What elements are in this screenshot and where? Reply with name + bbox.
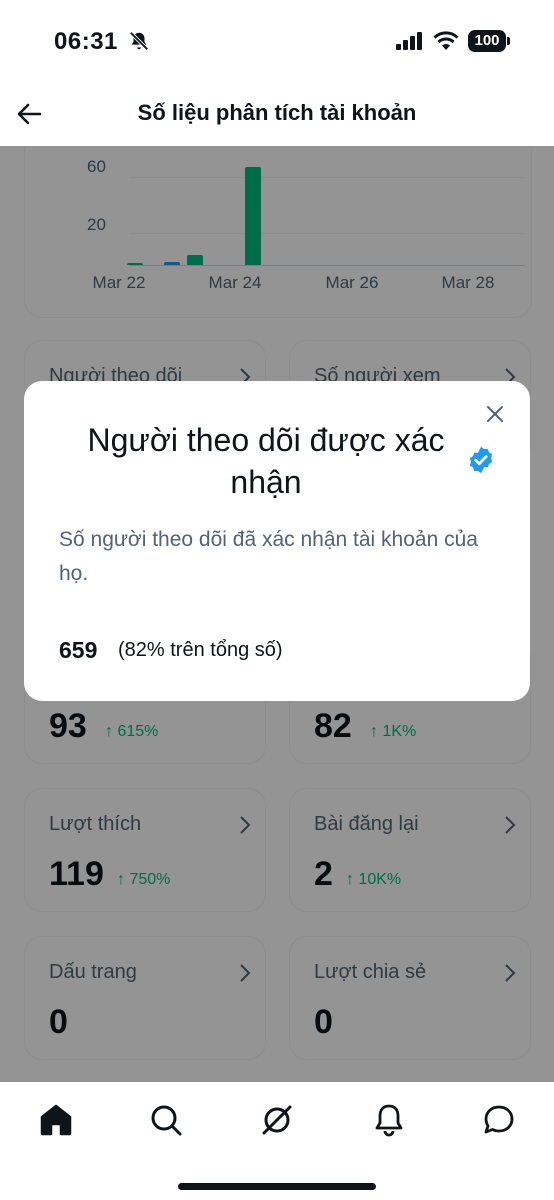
home-indicator xyxy=(178,1183,376,1190)
close-icon[interactable] xyxy=(482,401,508,427)
status-bar: 06:31 100 xyxy=(0,0,554,84)
verified-badge-icon xyxy=(469,446,493,474)
home-icon[interactable] xyxy=(36,1100,76,1140)
battery-indicator: 100 xyxy=(468,30,506,52)
top-bar: Số liệu phân tích tài khoản xyxy=(0,84,554,146)
grok-icon[interactable] xyxy=(257,1100,297,1140)
bell-icon[interactable] xyxy=(369,1100,409,1140)
verified-followers-dialog: Người theo dõi được xác nhận Số người th… xyxy=(24,381,530,701)
bell-off-icon xyxy=(129,31,149,51)
wifi-icon xyxy=(433,31,459,50)
messages-icon[interactable] xyxy=(479,1100,519,1140)
dialog-title: Người theo dõi được xác nhận xyxy=(87,422,445,500)
page-title: Số liệu phân tích tài khoản xyxy=(137,100,417,125)
signal-icon xyxy=(396,32,422,50)
battery-nub xyxy=(507,37,510,45)
status-time: 06:31 xyxy=(54,28,118,55)
dialog-description: Số người theo dõi đã xác nhận tài khoản … xyxy=(59,528,478,585)
verified-follower-count: 659 xyxy=(59,637,98,663)
search-icon[interactable] xyxy=(146,1100,186,1140)
verified-follower-percent: (82% trên tổng số) xyxy=(118,639,283,661)
